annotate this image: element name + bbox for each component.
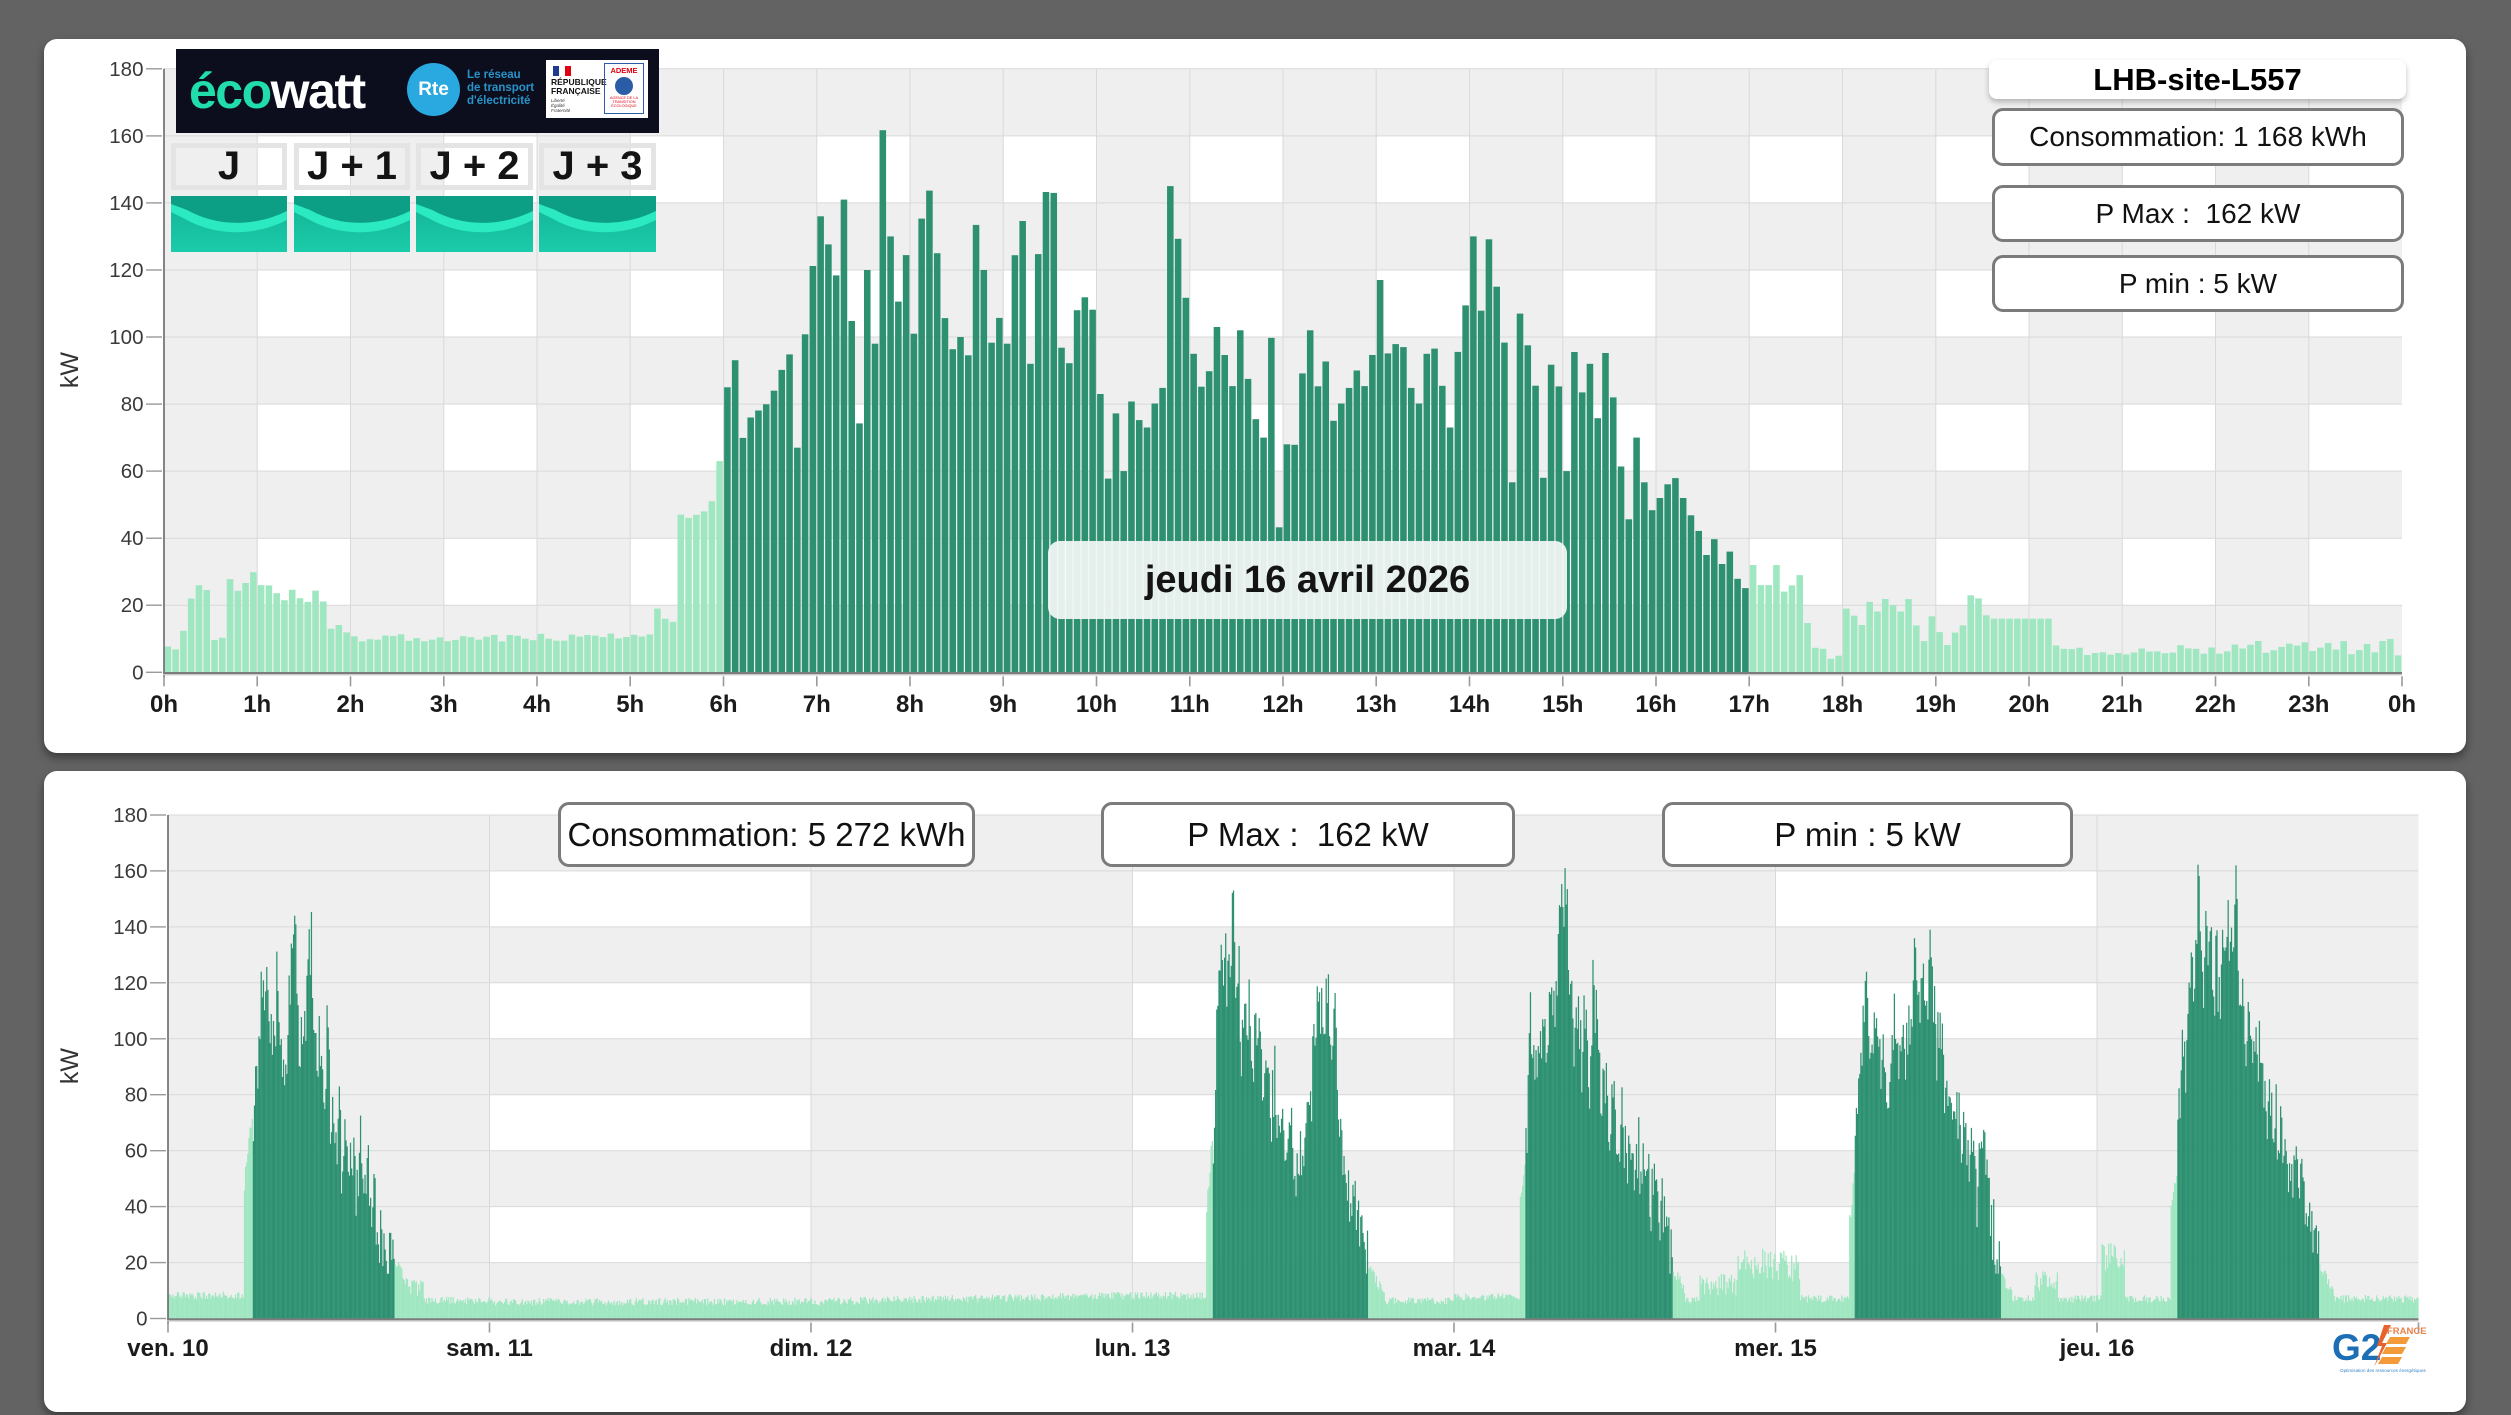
svg-text:9h: 9h xyxy=(989,691,1017,718)
svg-text:17h: 17h xyxy=(1729,691,1770,718)
svg-text:4h: 4h xyxy=(523,691,551,718)
svg-text:10h: 10h xyxy=(1076,691,1117,718)
svg-text:6h: 6h xyxy=(709,691,737,718)
svg-text:22h: 22h xyxy=(2195,691,2236,718)
svg-text:180: 180 xyxy=(109,58,143,81)
svg-text:160: 160 xyxy=(109,125,143,148)
svg-text:FRANCE: FRANCE xyxy=(2387,1326,2427,1337)
svg-text:ven. 10: ven. 10 xyxy=(127,1335,208,1362)
svg-text:160: 160 xyxy=(113,860,147,883)
svg-text:100: 100 xyxy=(109,326,143,349)
svg-text:kW: kW xyxy=(56,352,84,389)
svg-text:0: 0 xyxy=(136,1308,147,1331)
svg-text:23h: 23h xyxy=(2288,691,2329,718)
svg-text:3h: 3h xyxy=(430,691,458,718)
svg-text:100: 100 xyxy=(113,1028,147,1051)
svg-text:80: 80 xyxy=(125,1084,148,1107)
svg-text:8h: 8h xyxy=(896,691,924,718)
svg-text:20h: 20h xyxy=(2008,691,2049,718)
svg-text:80: 80 xyxy=(121,393,144,416)
svg-text:140: 140 xyxy=(113,916,147,939)
svg-text:jeu. 16: jeu. 16 xyxy=(2059,1335,2135,1362)
svg-text:11h: 11h xyxy=(1170,691,1210,718)
svg-text:0h: 0h xyxy=(2388,691,2416,718)
svg-text:12h: 12h xyxy=(1262,691,1303,718)
svg-text:0h: 0h xyxy=(150,691,178,718)
svg-text:13h: 13h xyxy=(1356,691,1397,718)
svg-text:dim. 12: dim. 12 xyxy=(770,1335,853,1362)
svg-text:mar. 14: mar. 14 xyxy=(1413,1335,1496,1362)
svg-text:5h: 5h xyxy=(616,691,644,718)
svg-text:40: 40 xyxy=(121,527,144,550)
svg-text:14h: 14h xyxy=(1449,691,1490,718)
svg-text:lun. 13: lun. 13 xyxy=(1094,1335,1170,1362)
svg-text:7h: 7h xyxy=(803,691,831,718)
svg-text:kW: kW xyxy=(56,1048,84,1085)
svg-text:120: 120 xyxy=(113,972,147,995)
svg-text:mer. 15: mer. 15 xyxy=(1734,1335,1817,1362)
svg-text:20: 20 xyxy=(121,594,144,617)
svg-text:120: 120 xyxy=(109,259,143,282)
svg-text:19h: 19h xyxy=(1915,691,1956,718)
svg-text:40: 40 xyxy=(125,1196,148,1219)
svg-text:60: 60 xyxy=(125,1140,148,1163)
svg-text:140: 140 xyxy=(109,192,143,215)
svg-text:2h: 2h xyxy=(336,691,364,718)
svg-text:21h: 21h xyxy=(2102,691,2143,718)
svg-text:180: 180 xyxy=(113,804,147,827)
svg-text:60: 60 xyxy=(121,460,144,483)
svg-text:0: 0 xyxy=(132,661,143,684)
svg-text:18h: 18h xyxy=(1822,691,1863,718)
svg-text:15h: 15h xyxy=(1542,691,1583,718)
svg-text:G2: G2 xyxy=(2332,1327,2381,1368)
svg-text:20: 20 xyxy=(125,1252,148,1275)
svg-text:Optimisation des ressources én: Optimisation des ressources énergétiques xyxy=(2340,1368,2426,1373)
svg-text:16h: 16h xyxy=(1635,691,1676,718)
svg-text:sam. 11: sam. 11 xyxy=(446,1335,533,1362)
svg-text:1h: 1h xyxy=(243,691,271,718)
